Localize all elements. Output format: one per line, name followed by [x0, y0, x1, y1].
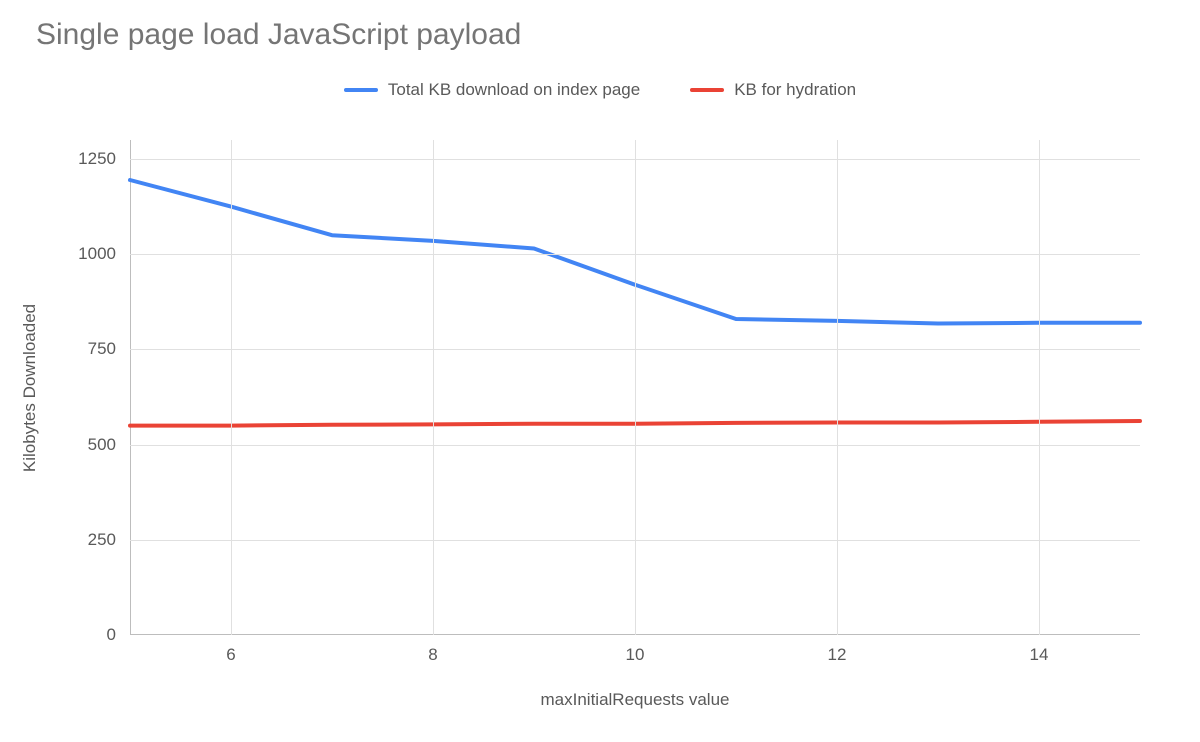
legend: Total KB download on index page KB for h… [0, 80, 1200, 100]
y-tick-label: 750 [88, 339, 116, 359]
legend-swatch [690, 88, 724, 92]
x-axis-title: maxInitialRequests value [541, 690, 730, 710]
gridline-v [1039, 140, 1040, 635]
y-axis-title: Kilobytes Downloaded [20, 304, 40, 472]
x-tick-label: 10 [626, 645, 645, 665]
y-tick-label: 1250 [78, 149, 116, 169]
legend-label: Total KB download on index page [388, 80, 640, 100]
x-tick-label: 6 [226, 645, 235, 665]
gridline-v [635, 140, 636, 635]
legend-item-hydration: KB for hydration [690, 80, 856, 100]
y-tick-label: 1000 [78, 244, 116, 264]
gridline-v [837, 140, 838, 635]
gridline-v [433, 140, 434, 635]
chart-title: Single page load JavaScript payload [36, 18, 521, 52]
legend-item-total: Total KB download on index page [344, 80, 640, 100]
gridline-v [231, 140, 232, 635]
y-tick-label: 250 [88, 530, 116, 550]
legend-swatch [344, 88, 378, 92]
x-tick-label: 14 [1030, 645, 1049, 665]
plot-inner [130, 140, 1140, 635]
y-tick-label: 500 [88, 435, 116, 455]
chart-container: Single page load JavaScript payload Tota… [0, 0, 1200, 742]
x-tick-label: 8 [428, 645, 437, 665]
y-tick-label: 0 [107, 625, 116, 645]
legend-label: KB for hydration [734, 80, 856, 100]
plot-area [130, 140, 1140, 635]
x-tick-label: 12 [828, 645, 847, 665]
